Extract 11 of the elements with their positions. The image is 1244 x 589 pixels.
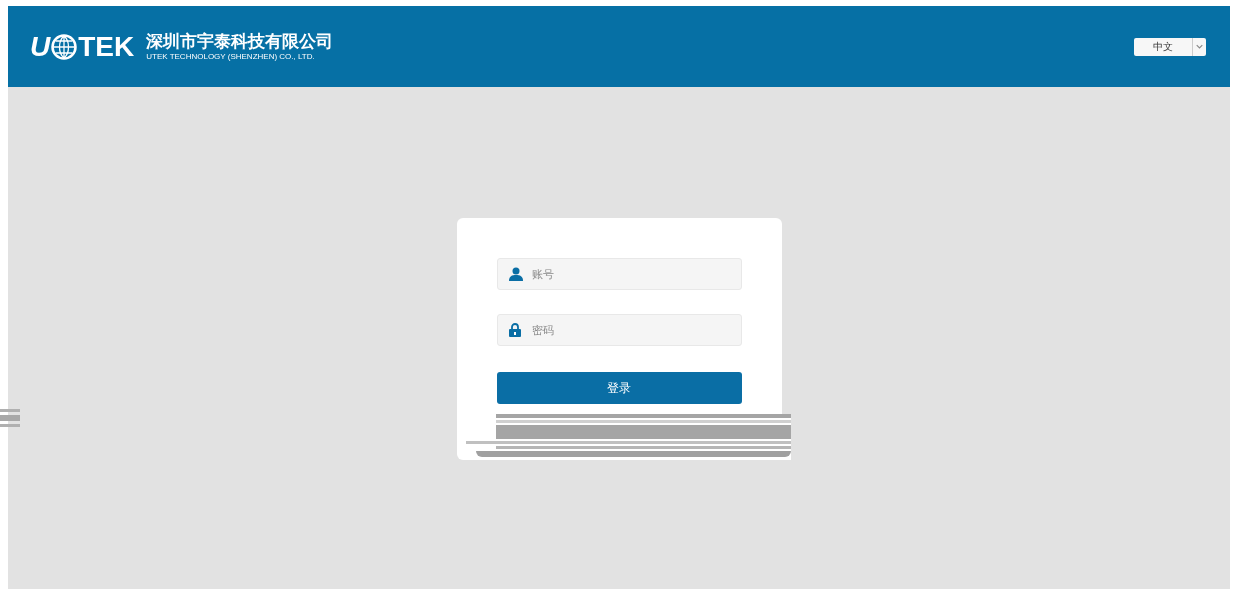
logo-text: U <box>30 32 51 61</box>
logo-text: TEK <box>78 32 135 61</box>
globe-icon <box>51 33 78 60</box>
company-name: 深圳市宇泰科技有限公司 <box>146 30 334 53</box>
username-field[interactable]: 账号 <box>496 258 742 290</box>
login-button[interactable]: 登录 <box>496 372 742 404</box>
password-field[interactable]: 密码 <box>496 314 742 346</box>
caret-icon <box>1192 37 1206 56</box>
language-select[interactable]: 中文 <box>1134 37 1206 56</box>
company-name-english: UTEK TECHNOLOGY (SHENZHEN) CO., LTD. <box>146 52 316 63</box>
rendering-artifact <box>0 409 20 427</box>
